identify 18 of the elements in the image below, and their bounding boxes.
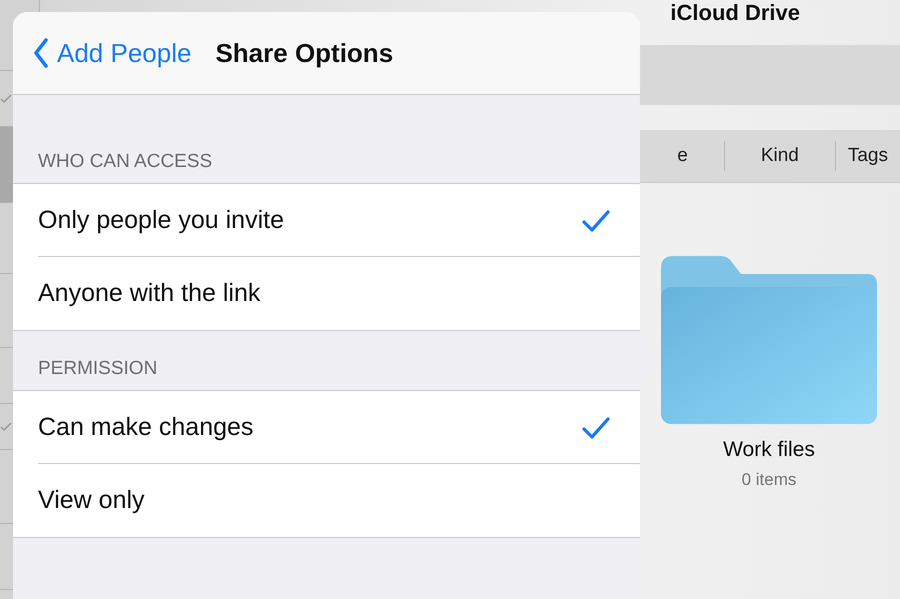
option-label: Anyone with the link xyxy=(38,279,260,308)
window-title: iCloud Drive xyxy=(670,0,800,27)
option-row[interactable]: Anyone with the link xyxy=(13,257,640,330)
popover-title: Share Options xyxy=(215,38,394,68)
option-row[interactable]: View only xyxy=(13,464,640,537)
column-header[interactable]: Kind xyxy=(724,141,835,171)
folder-item-count: 0 items xyxy=(742,470,796,490)
option-label: View only xyxy=(38,486,145,515)
column-header[interactable]: Tags xyxy=(834,141,900,171)
option-label: Can make changes xyxy=(38,413,254,442)
folder-name: Work files xyxy=(723,438,815,462)
option-row[interactable]: Can make changes xyxy=(13,391,640,464)
option-row[interactable]: Only people you invite xyxy=(13,184,640,257)
back-button[interactable]: Add People xyxy=(33,38,192,68)
option-label: Only people you invite xyxy=(38,206,284,235)
folder-icon[interactable] xyxy=(661,256,877,424)
column-header[interactable]: e xyxy=(641,141,724,171)
back-chevron-icon xyxy=(33,38,49,68)
